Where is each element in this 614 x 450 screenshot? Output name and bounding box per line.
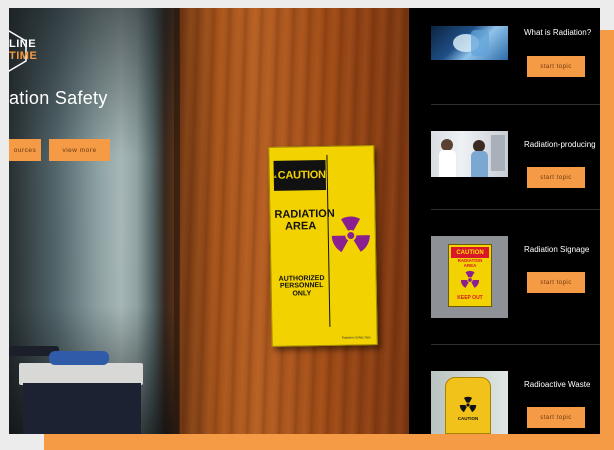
barrel-caution-label: CAUTION — [457, 416, 479, 421]
desk-cabinet — [23, 383, 141, 434]
hero-section: LINE TIME ation Safety ources view more … — [9, 8, 409, 434]
radioactive-barrel-thumb: CAUTION — [431, 371, 508, 434]
resources-button[interactable]: ources — [9, 139, 41, 161]
radiation-equipment-thumb — [431, 26, 508, 60]
decorative-frame-bottom — [44, 434, 614, 450]
sign-fine-print: Radiation Safety Sign — [341, 335, 371, 340]
logo-text-bottom: TIME — [9, 50, 38, 62]
start-topic-button[interactable]: start topic — [527, 167, 585, 188]
course-screenshot: LINE TIME ation Safety ources view more … — [9, 8, 600, 434]
barrel-trefoil-icon — [459, 396, 477, 413]
thumb-caution-sign: CAUTION RADIATION AREA KEEP OUT — [448, 244, 492, 307]
thumb-sign-footer: KEEP OUT — [457, 295, 483, 301]
decorative-frame-right — [600, 30, 614, 450]
thumb-trefoil-icon — [460, 270, 480, 288]
sign-radiation-area: RADIATION AREA — [274, 207, 335, 233]
thumb-sign-header: CAUTION — [451, 247, 489, 258]
topic-title: What is Radiation? — [524, 28, 592, 37]
site-logo[interactable]: LINE TIME — [9, 30, 45, 72]
topic-title: Radioactive Waste — [524, 380, 591, 389]
caution-sign: CAUTION RADIATION AREA AUTHORIZED PERSON… — [268, 145, 378, 347]
topic-title: Radiation-producing — [524, 140, 596, 149]
radiation-trefoil-icon — [330, 201, 371, 272]
warning-triangle-icon — [273, 174, 277, 178]
start-topic-button[interactable]: start topic — [527, 272, 585, 293]
start-topic-button[interactable]: start topic — [527, 407, 585, 428]
desk — [19, 363, 143, 385]
thumb-sign-body: RADIATION AREA — [457, 258, 483, 268]
caution-header: CAUTION — [273, 159, 327, 191]
blue-device — [49, 351, 109, 365]
medical-imaging-thumb — [431, 131, 508, 177]
logo-text-top: LINE — [9, 38, 37, 50]
page-title: ation Safety — [9, 88, 108, 108]
list-item: Radiation-producing start topic — [409, 104, 600, 209]
caution-header-text: CAUTION — [277, 168, 326, 182]
start-topic-button[interactable]: start topic — [527, 56, 585, 77]
caution-sign-thumb: CAUTION RADIATION AREA KEEP OUT — [431, 236, 508, 318]
sign-authorized-personnel: AUTHORIZED PERSONNEL ONLY — [278, 274, 325, 298]
list-item: CAUTION RADIATION AREA KEEP OUT Radiatio… — [409, 209, 600, 318]
topic-list: What is Radiation? start topic Radiation… — [409, 8, 600, 434]
topic-title: Radiation Signage — [524, 245, 590, 254]
list-item: CAUTION Radioactive Waste start topic — [409, 344, 600, 434]
list-item: What is Radiation? start topic — [409, 8, 600, 113]
view-more-button[interactable]: view more — [49, 139, 110, 161]
